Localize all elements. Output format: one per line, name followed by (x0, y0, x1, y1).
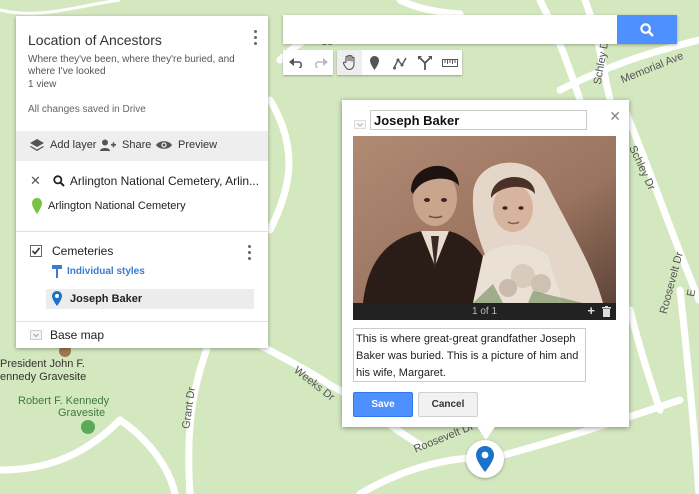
undo-icon (288, 57, 302, 68)
undo-redo-group (283, 50, 333, 75)
feature-title-input[interactable] (370, 110, 587, 130)
search-result-row: ✕ Arlington National Cemetery, Arlin... (30, 173, 259, 189)
feature-info-window: ✕ (342, 100, 629, 427)
feature-description-input[interactable]: This is where great-great grandfather Jo… (353, 328, 586, 382)
select-hand-tool[interactable] (337, 50, 362, 75)
layer-options-icon[interactable] (246, 245, 252, 261)
layer-header: Cemeteries (30, 244, 113, 258)
add-photo-icon[interactable]: + (587, 303, 595, 318)
feature-item-joseph-baker[interactable]: Joseph Baker (52, 291, 142, 306)
hand-icon (342, 55, 355, 70)
photo-counter: 1 of 1 (471, 306, 498, 317)
search-result-place-label: Arlington National Cemetery (48, 200, 186, 212)
divider (16, 321, 268, 322)
eye-icon (156, 141, 172, 149)
preview-label: Preview (178, 139, 218, 151)
feature-photo[interactable]: 1 of 1 + (353, 136, 616, 320)
trash-icon[interactable] (602, 306, 611, 317)
base-map-row[interactable]: Base map (30, 328, 104, 342)
map-label-jfk-2: ennedy Gravesite (0, 371, 87, 383)
add-marker-tool[interactable] (362, 50, 387, 75)
search-button[interactable] (617, 15, 677, 44)
vintage-couple-photo (353, 136, 616, 303)
draw-line-tool[interactable] (387, 50, 412, 75)
style-dropdown[interactable] (354, 116, 366, 134)
chevron-down-icon (354, 120, 366, 129)
base-map-label: Base map (50, 328, 105, 342)
redo-button[interactable] (308, 50, 333, 75)
paint-roller-icon (52, 265, 62, 278)
add-layer-button[interactable]: Add layer (30, 139, 96, 151)
share-button[interactable]: Share (100, 139, 151, 151)
map-label-jfk: President John F. (0, 358, 85, 370)
photo-controls-bar: 1 of 1 + (353, 303, 616, 320)
directions-icon (417, 55, 432, 70)
close-icon[interactable]: ✕ (30, 173, 41, 189)
blue-pin-icon (476, 446, 494, 472)
close-icon[interactable]: ✕ (609, 108, 621, 125)
preview-button[interactable]: Preview (156, 139, 217, 151)
map-label-rfk: Robert F. Kennedy (18, 395, 110, 407)
redo-icon (314, 57, 328, 68)
ruler-icon (441, 58, 458, 67)
divider (16, 231, 268, 232)
cancel-button[interactable]: Cancel (418, 392, 478, 417)
map-title[interactable]: Location of Ancestors (28, 32, 162, 48)
chevron-down-icon (30, 330, 42, 340)
layer-name[interactable]: Cemeteries (52, 244, 113, 258)
search-result-query[interactable]: Arlington National Cemetery, Arlin... (70, 174, 259, 188)
layer-style-row[interactable]: Individual styles (52, 265, 145, 278)
search-bar (283, 15, 677, 44)
draw-line-icon (392, 57, 407, 69)
share-label: Share (122, 139, 152, 151)
panel-actions-bar: Add layer Share Preview (16, 131, 268, 161)
layers-icon (30, 139, 44, 151)
marker-icon (370, 55, 379, 70)
add-layer-label: Add layer (50, 139, 97, 151)
map-options-icon[interactable] (252, 30, 258, 46)
checkbox-checked-icon[interactable] (30, 245, 42, 257)
drawing-tools-group (337, 50, 462, 75)
directions-tool[interactable] (412, 50, 437, 75)
search-result-place[interactable]: Arlington National Cemetery (32, 198, 186, 214)
feature-item-label: Joseph Baker (70, 292, 143, 305)
measure-tool[interactable] (437, 50, 462, 75)
map-description[interactable]: Where they've been, where they're buried… (28, 54, 243, 78)
map-label-rfk-2: Gravesite (58, 407, 106, 419)
add-person-icon (100, 139, 116, 151)
save-button[interactable]: Save (353, 392, 413, 417)
save-status: All changes saved in Drive (28, 104, 146, 115)
blue-pin-icon (52, 291, 62, 306)
search-icon (640, 22, 654, 37)
search-input[interactable] (291, 19, 611, 40)
selected-map-marker[interactable] (466, 440, 504, 478)
map-legend-panel: Location of Ancestors Where they've been… (16, 16, 268, 348)
green-pin-icon (32, 198, 42, 214)
undo-button[interactable] (283, 50, 308, 75)
info-window-tail (476, 425, 496, 440)
view-count: 1 view (28, 79, 57, 90)
search-icon (53, 175, 65, 187)
layer-style-link: Individual styles (67, 266, 145, 277)
